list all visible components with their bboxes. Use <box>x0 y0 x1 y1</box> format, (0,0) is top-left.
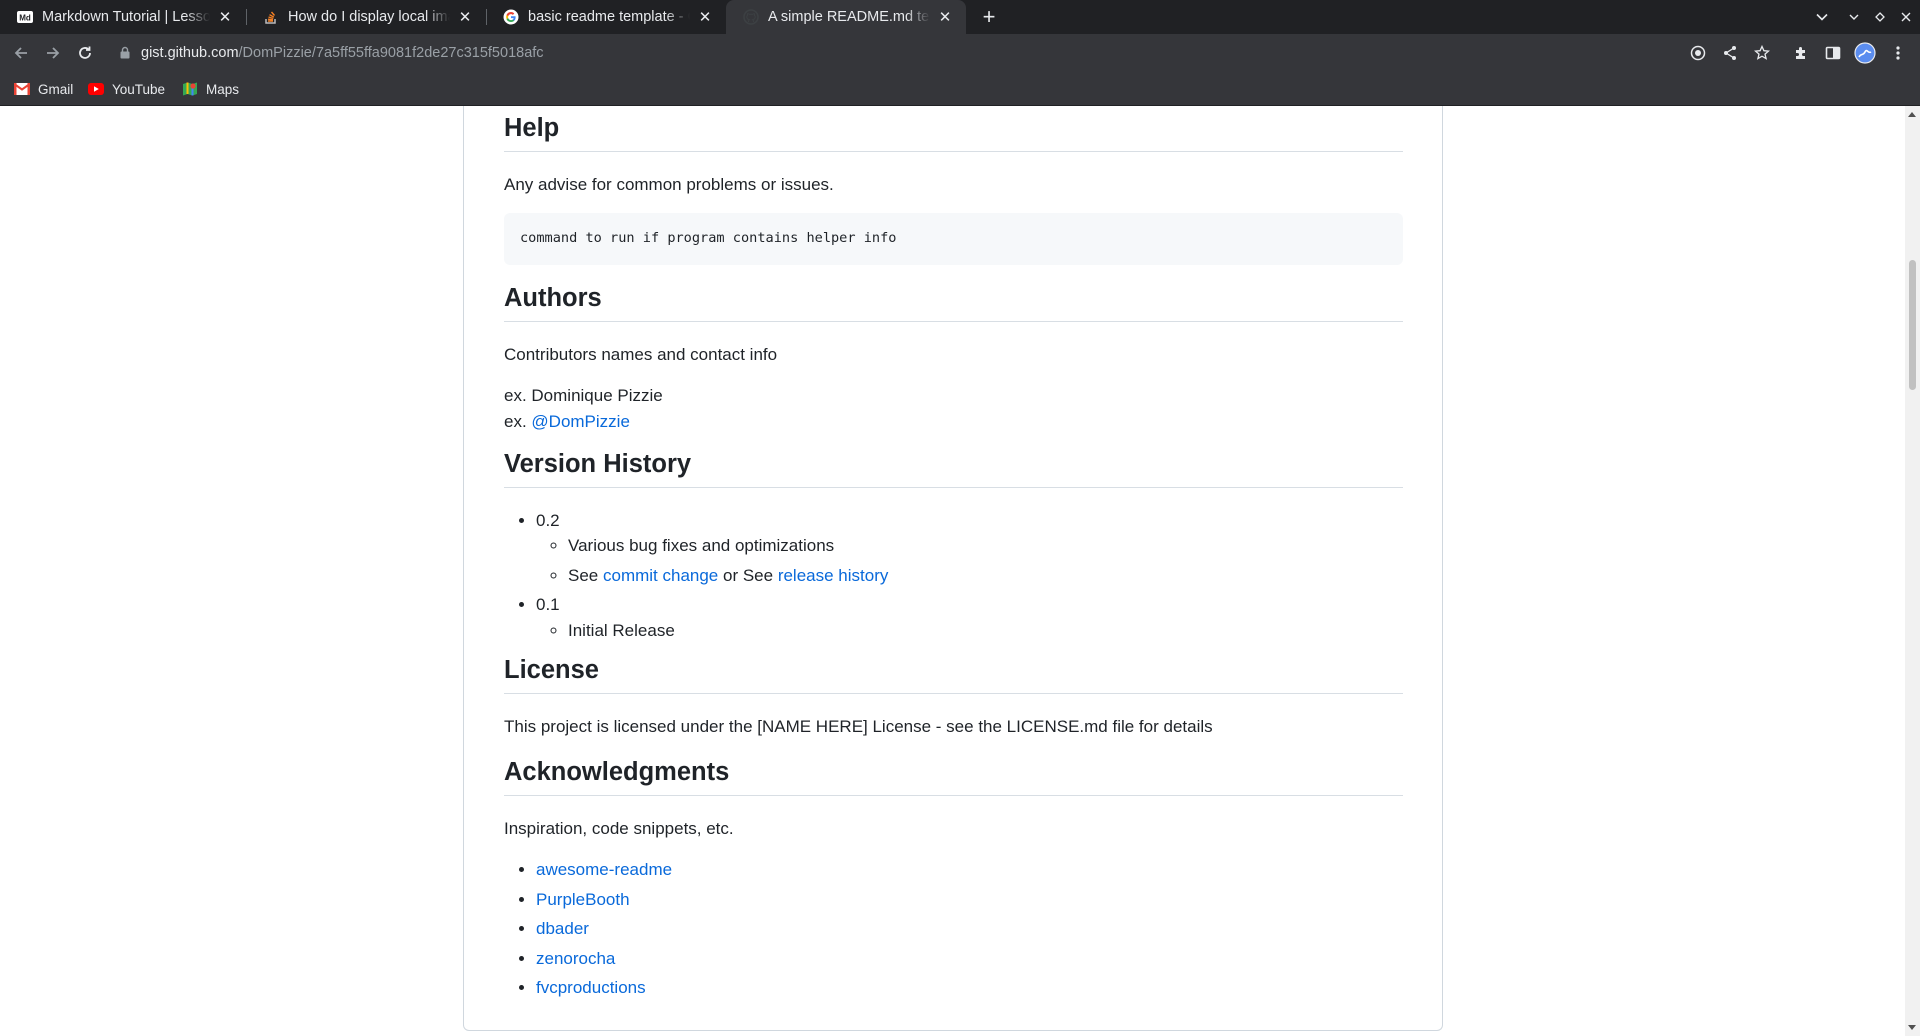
tab-search-icon[interactable] <box>1808 0 1836 34</box>
url-host: gist.github.com <box>141 45 239 61</box>
maps-icon <box>182 81 198 97</box>
commit-change-link[interactable]: commit change <box>603 566 718 585</box>
tab-title: A simple README.md template <box>768 9 930 25</box>
acknowledgments-text: Inspiration, code snippets, etc. <box>504 818 734 838</box>
bookmark-label: Gmail <box>38 81 74 97</box>
list-item: awesome-readme <box>536 857 1403 883</box>
section-authors: Authors Contributors names and contact i… <box>504 283 1403 450</box>
bookmark-star-icon[interactable] <box>1748 39 1776 67</box>
section-license: License This project is licensed under t… <box>504 655 1403 755</box>
heading-version-history: Version History <box>504 449 1403 488</box>
profile-avatar[interactable] <box>1851 39 1879 67</box>
section-help: Help Any advise for common problems or i… <box>504 113 1403 281</box>
lock-icon[interactable] <box>120 46 130 64</box>
menu-kebab-icon[interactable] <box>1884 39 1912 67</box>
version-notes: Various bug fixes and optimizations See … <box>536 533 1403 588</box>
version-notes: Initial Release <box>536 618 1403 644</box>
version-note: Initial Release <box>568 618 1403 644</box>
close-tab-icon[interactable]: ✕ <box>696 8 714 26</box>
release-history-link[interactable]: release history <box>778 566 889 585</box>
gmail-icon <box>14 81 30 97</box>
close-window-icon[interactable] <box>1892 0 1920 34</box>
url-path: /DomPizzie/7a5ff55ffa9081f2de27c315f5018… <box>238 45 544 61</box>
tab-title: basic readme template - Goo <box>528 9 690 25</box>
tab-title: How do I display local image <box>288 9 450 25</box>
bookmark-label: YouTube <box>112 81 166 97</box>
tab-google-search[interactable]: basic readme template - Goo ✕ <box>486 0 726 34</box>
author-name: ex. Dominique Pizzie <box>504 386 663 406</box>
ack-link-zenorocha[interactable]: zenorocha <box>536 949 615 968</box>
version-note: Various bug fixes and optimizations <box>568 533 1403 559</box>
version-list: 0.2 Various bug fixes and optimizations … <box>504 508 1403 644</box>
gist-file-card: Help Any advise for common problems or i… <box>463 106 1443 1031</box>
section-version-history: Version History 0.2 Various bug fixes an… <box>504 449 1403 659</box>
github-icon <box>743 9 759 25</box>
list-item: dbader <box>536 916 1403 942</box>
browser-toolbar: gist.github.com/DomPizzie/7a5ff55ffa9081… <box>0 34 1920 72</box>
google-icon <box>503 9 519 25</box>
svg-text:Md: Md <box>19 14 31 23</box>
version-note: See commit change or See release history <box>568 563 1403 589</box>
heading-acknowledgments: Acknowledgments <box>504 757 1403 796</box>
scroll-up-icon[interactable] <box>1908 112 1916 117</box>
tab-strip: Md Markdown Tutorial | Lesson ✕ How do I… <box>0 0 1920 34</box>
bookmark-maps[interactable]: Maps <box>182 78 239 100</box>
ack-link-purplebooth[interactable]: PurpleBooth <box>536 890 630 909</box>
author-prefix: ex. <box>504 411 532 431</box>
youtube-icon <box>88 81 104 97</box>
back-icon[interactable] <box>7 39 35 67</box>
side-panel-icon[interactable] <box>1819 39 1847 67</box>
close-tab-icon[interactable]: ✕ <box>936 8 954 26</box>
bookmark-gmail[interactable]: Gmail <box>14 78 73 100</box>
acknowledgments-list: awesome-readme PurpleBooth dbader zenoro… <box>504 857 1403 1001</box>
tab-readme-template[interactable]: A simple README.md template ✕ <box>726 0 966 34</box>
version-item: 0.1 Initial Release <box>536 592 1403 643</box>
list-item: zenorocha <box>536 946 1403 972</box>
section-acknowledgments: Acknowledgments Inspiration, code snippe… <box>504 757 1403 1017</box>
tab-markdown-tutorial[interactable]: Md Markdown Tutorial | Lesson ✕ <box>0 0 246 34</box>
share-icon[interactable] <box>1716 39 1744 67</box>
bookmarks-bar: Gmail YouTube Maps <box>0 72 1920 106</box>
tab-stackoverflow[interactable]: How do I display local image ✕ <box>246 0 486 34</box>
new-tab-button[interactable]: + <box>976 4 1002 30</box>
ack-link-dbader[interactable]: dbader <box>536 919 589 938</box>
tab-title: Markdown Tutorial | Lesson <box>42 9 210 25</box>
bookmark-youtube[interactable]: YouTube <box>88 78 165 100</box>
note-text: or See <box>718 565 778 585</box>
extensions-icon[interactable] <box>1787 39 1815 67</box>
page-viewport: Help Any advise for common problems or i… <box>0 106 1905 1036</box>
heading-authors: Authors <box>504 283 1403 322</box>
list-item: fvcproductions <box>536 975 1403 1001</box>
license-text: This project is licensed under the [NAME… <box>504 716 1213 736</box>
heading-license: License <box>504 655 1403 694</box>
heading-help: Help <box>504 113 1403 152</box>
version-item: 0.2 Various bug fixes and optimizations … <box>536 508 1403 589</box>
minimize-icon[interactable] <box>1840 0 1868 34</box>
reload-icon[interactable] <box>71 39 99 67</box>
authors-examples: ex. Dominique Pizzie ex. @DomPizzie <box>504 383 1403 434</box>
address-bar[interactable]: gist.github.com/DomPizzie/7a5ff55ffa9081… <box>110 37 1680 69</box>
forward-icon[interactable] <box>39 39 67 67</box>
list-item: PurpleBooth <box>536 887 1403 913</box>
authors-text: Contributors names and contact info <box>504 344 778 364</box>
help-text: Any advise for common problems or issues… <box>504 174 834 194</box>
bookmark-label: Maps <box>206 81 240 97</box>
close-tab-icon[interactable]: ✕ <box>216 8 234 26</box>
scroll-down-icon[interactable] <box>1908 1025 1916 1030</box>
maximize-icon[interactable] <box>1866 0 1894 34</box>
markdown-icon: Md <box>17 9 33 25</box>
help-code-block: command to run if program contains helpe… <box>504 213 1403 266</box>
google-lens-icon[interactable] <box>1684 39 1712 67</box>
close-tab-icon[interactable]: ✕ <box>456 8 474 26</box>
page-scrollbar[interactable] <box>1905 106 1920 1036</box>
url-text[interactable]: gist.github.com/DomPizzie/7a5ff55ffa9081… <box>141 45 544 61</box>
scrollbar-thumb[interactable] <box>1909 260 1916 390</box>
version-number: 0.2 <box>536 510 560 530</box>
author-handle-link[interactable]: @DomPizzie <box>531 412 630 431</box>
version-number: 0.1 <box>536 595 560 615</box>
ack-link-fvcproductions[interactable]: fvcproductions <box>536 978 646 997</box>
note-text: See <box>568 565 603 585</box>
ack-link-awesome-readme[interactable]: awesome-readme <box>536 860 672 879</box>
stackoverflow-icon <box>263 9 279 25</box>
